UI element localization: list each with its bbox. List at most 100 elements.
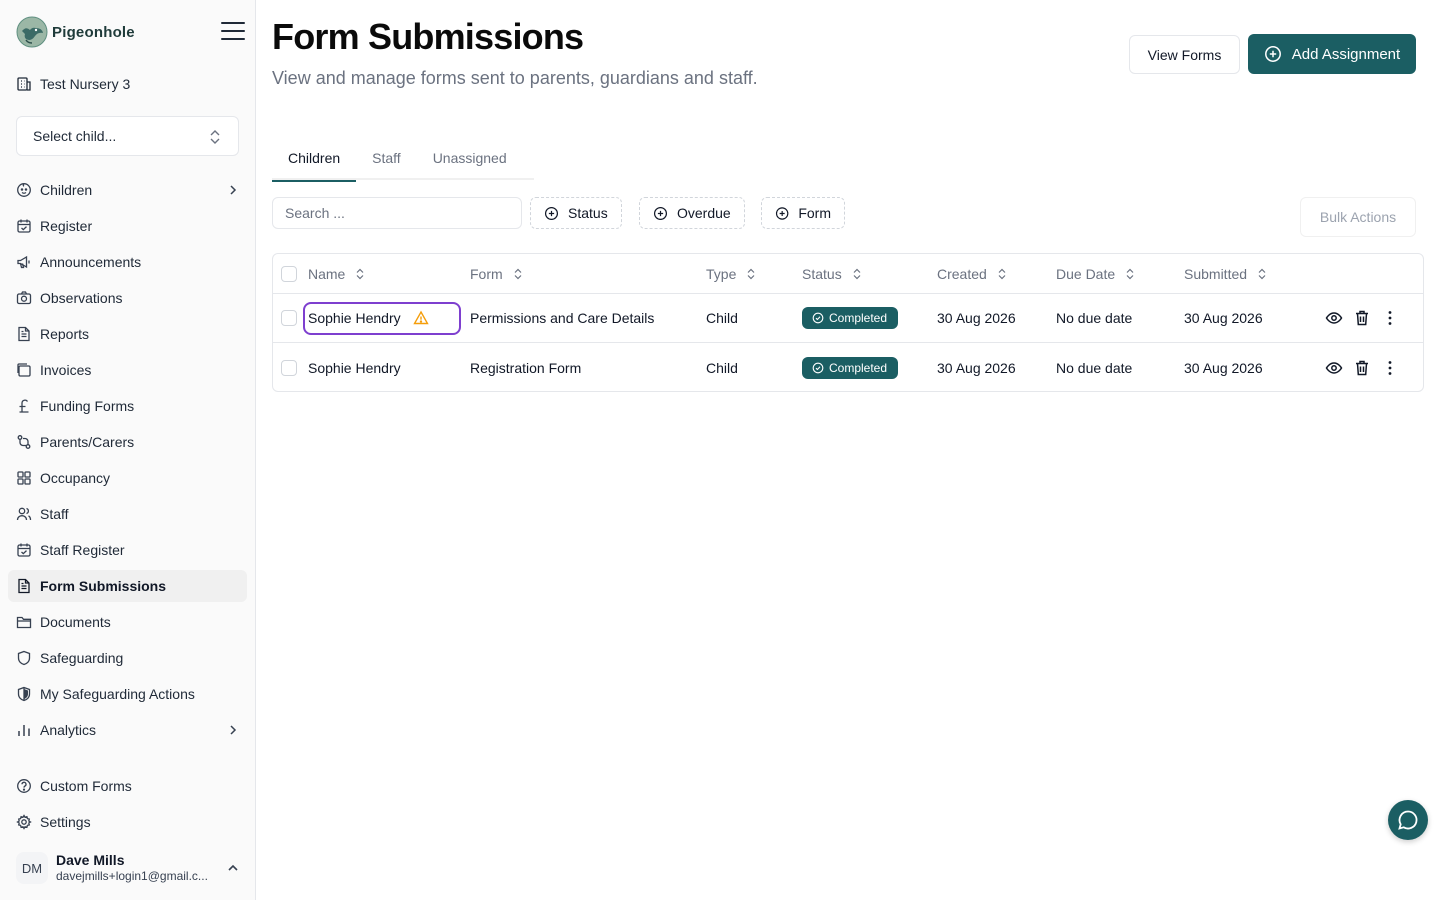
bar-chart-icon	[18, 725, 30, 736]
check-circle-icon	[812, 312, 824, 324]
row-checkbox[interactable]	[281, 310, 297, 326]
page-subtitle: View and manage forms sent to parents, g…	[272, 68, 758, 88]
column-header-due-date[interactable]: Due Date	[1056, 254, 1135, 293]
sidebar-item-form-submissions[interactable]: Form Submissions	[8, 570, 247, 602]
column-label: Form	[470, 265, 503, 282]
grid-icon	[17, 471, 31, 485]
nursery-label: Test Nursery 3	[40, 76, 131, 92]
type-cell: Child	[706, 359, 738, 376]
more-actions[interactable]	[1381, 294, 1399, 342]
sidebar-item-documents[interactable]: Documents	[8, 606, 247, 638]
pigeonhole-logo-icon	[16, 16, 48, 48]
select-all-checkbox[interactable]	[281, 265, 297, 282]
search-input[interactable]	[272, 197, 522, 229]
sidebar-item-register[interactable]: Register	[8, 210, 247, 242]
plus-circle-icon	[1264, 46, 1281, 62]
sidebar-item-custom-forms[interactable]: Custom Forms	[8, 770, 247, 802]
status-filter-label: Status	[568, 205, 608, 221]
sidebar-item-invoices[interactable]: Invoices	[8, 354, 247, 386]
sidebar-item-occupancy[interactable]: Occupancy	[8, 462, 247, 494]
sidebar-item-settings[interactable]: Settings	[8, 806, 247, 838]
column-label: Submitted	[1184, 265, 1248, 282]
select-child-dropdown[interactable]: Select child...	[16, 116, 239, 156]
status-filter-button[interactable]: Status	[530, 197, 622, 229]
sidebar-item-funding-forms[interactable]: Funding Forms	[8, 390, 247, 422]
help-circle-icon	[17, 779, 31, 793]
column-label: Created	[937, 265, 987, 282]
bulk-actions-button[interactable]: Bulk Actions	[1300, 197, 1416, 237]
child-name: Sophie Hendry	[308, 310, 401, 326]
overdue-filter-button[interactable]: Overdue	[639, 197, 745, 229]
add-assignment-label: Add Assignment	[1291, 45, 1401, 63]
add-assignment-button[interactable]: Add Assignment	[1248, 34, 1416, 74]
trash-icon	[1356, 310, 1368, 326]
menu-toggle-button[interactable]	[221, 22, 245, 42]
submissions-table: Name Form Type Status Created Due Date S…	[272, 253, 1424, 392]
tab-unassigned[interactable]: Unassigned	[417, 136, 523, 180]
user-menu[interactable]: DM Dave Mills davejmills+login1@gmail.c.…	[8, 846, 247, 890]
sidebar-item-observations[interactable]: Observations	[8, 282, 247, 314]
chevron-right-icon	[230, 185, 237, 195]
sidebar-item-label: Analytics	[40, 722, 97, 738]
delete-action[interactable]	[1353, 343, 1371, 392]
building-icon	[17, 77, 31, 91]
sidebar-item-announcements[interactable]: Announcements	[8, 246, 247, 278]
check-circle-icon	[812, 362, 824, 373]
sidebar-item-analytics[interactable]: Analytics	[8, 714, 247, 746]
row-select-cell	[281, 294, 297, 342]
sidebar-item-safeguarding[interactable]: Safeguarding	[8, 642, 247, 674]
sidebar-item-label: Children	[40, 182, 93, 198]
name-cell[interactable]: Sophie Hendry	[308, 294, 429, 342]
form-cell: Permissions and Care Details	[470, 310, 655, 326]
sidebar-item-label: Parents/Carers	[40, 434, 135, 450]
form-filter-button[interactable]: Form	[761, 197, 845, 229]
more-vertical-icon	[1388, 360, 1392, 375]
status-cell: Completed	[802, 343, 899, 392]
status-badge: Completed	[802, 307, 899, 329]
view-action[interactable]	[1325, 294, 1343, 342]
view-forms-button[interactable]: View Forms	[1129, 35, 1240, 74]
status-cell: Completed	[802, 294, 899, 342]
gear-icon	[16, 814, 32, 830]
submission-tabs: Children Staff Unassigned	[272, 136, 534, 182]
file-text-icon	[18, 578, 30, 594]
tab-children[interactable]: Children	[272, 136, 357, 182]
more-actions[interactable]	[1381, 343, 1399, 392]
sidebar-item-children[interactable]: Children	[8, 174, 247, 206]
sidebar-item-label: Funding Forms	[40, 398, 135, 414]
sidebar-item-label: Reports	[40, 326, 90, 342]
brand[interactable]: Pigeonhole	[16, 16, 135, 48]
column-header-created[interactable]: Created	[937, 254, 1007, 293]
column-label: Status	[802, 265, 842, 282]
sidebar: Pigeonhole Test Nursery 3 Select child..…	[0, 0, 256, 900]
delete-action[interactable]	[1353, 294, 1371, 342]
form-filter-label: Form	[798, 205, 831, 221]
sidebar-item-staff[interactable]: Staff	[8, 498, 247, 530]
baby-face-icon	[17, 183, 31, 197]
plus-circle-icon	[653, 206, 668, 220]
row-select-cell	[281, 343, 297, 392]
status-badge: Completed	[802, 356, 899, 379]
column-label: Type	[706, 265, 737, 282]
chevron-right-icon	[230, 725, 237, 735]
table-row: Sophie Hendry Registration Form Child Co…	[273, 343, 1423, 392]
sidebar-item-staff-register[interactable]: Staff Register	[8, 534, 247, 566]
name-cell[interactable]: Sophie Hendry	[308, 343, 401, 392]
view-action[interactable]	[1325, 343, 1343, 392]
chat-launcher-button[interactable]	[1388, 800, 1428, 840]
row-checkbox[interactable]	[281, 359, 297, 376]
sidebar-item-parents-carers[interactable]: Parents/Carers	[8, 426, 247, 458]
sidebar-item-my-safeguarding-actions[interactable]: My Safeguarding Actions	[8, 678, 247, 710]
column-header-status[interactable]: Status	[802, 254, 862, 293]
column-header-submitted[interactable]: Submitted	[1184, 254, 1267, 293]
sidebar-item-reports[interactable]: Reports	[8, 318, 247, 350]
sidebar-item-label: Staff	[40, 506, 69, 522]
column-header-form[interactable]: Form	[470, 254, 523, 293]
receipt-icon	[17, 363, 31, 377]
page-title: Form Submissions	[272, 16, 584, 57]
column-header-name[interactable]: Name	[308, 254, 365, 293]
brand-name: Pigeonhole	[52, 23, 135, 41]
sidebar-item-label: Form Submissions	[40, 578, 167, 594]
tab-staff[interactable]: Staff	[356, 136, 417, 180]
column-header-type[interactable]: Type	[706, 254, 756, 293]
